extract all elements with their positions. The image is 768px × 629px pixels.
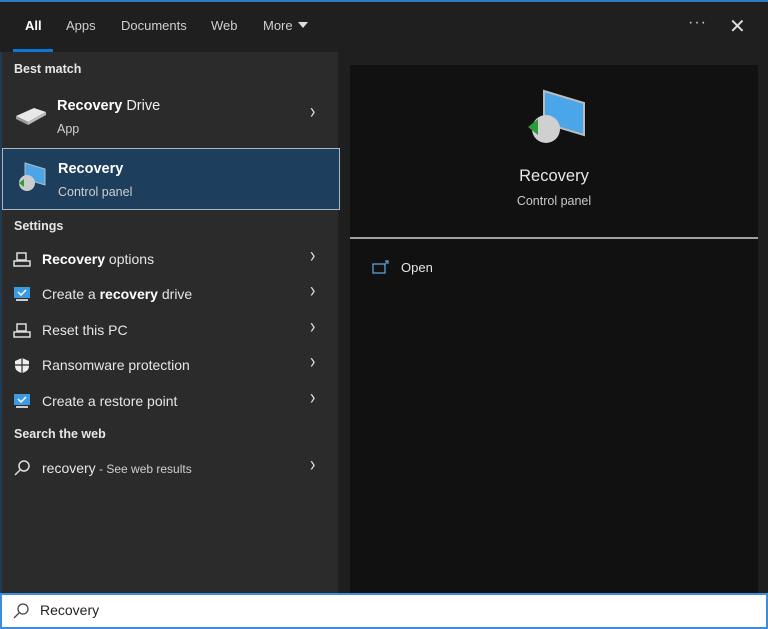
monitor-icon: [14, 394, 30, 408]
chevron-right-icon: ›: [310, 245, 316, 268]
setting-ransomware-protection[interactable]: Ransomware protection ›: [2, 348, 340, 382]
setting-create-restore-point[interactable]: Create a restore point ›: [2, 384, 340, 418]
preview-title: Recovery: [519, 167, 589, 185]
preview-subtitle: Control panel: [516, 194, 592, 208]
tab-all[interactable]: All: [25, 18, 42, 33]
section-search-the-web: Search the web: [14, 427, 106, 441]
reset-icon: [13, 323, 31, 338]
more-options-icon[interactable]: ···: [688, 14, 707, 32]
web-search-result[interactable]: recovery - See web results ›: [2, 451, 340, 485]
chevron-right-icon: ›: [310, 454, 316, 477]
recovery-large-icon: [528, 89, 585, 143]
chevron-right-icon: ›: [310, 351, 316, 374]
search-box[interactable]: [0, 593, 768, 629]
results-panel: Best match Recovery Drive App › Recovery…: [0, 52, 340, 593]
close-icon[interactable]: ✕: [729, 14, 746, 39]
open-action[interactable]: Open: [372, 257, 572, 281]
search-input[interactable]: [40, 602, 640, 618]
result-title: Recovery Drive: [57, 98, 161, 114]
setting-create-recovery-drive[interactable]: Create a recovery drive ›: [2, 277, 340, 311]
preview-panel: Recovery Control panel Open: [350, 65, 758, 593]
caret-down-icon: [297, 22, 308, 28]
reset-icon: [13, 252, 31, 267]
setting-recovery-options[interactable]: Recovery options ›: [2, 242, 340, 276]
chevron-right-icon[interactable]: ›: [310, 101, 315, 124]
shield-icon: [15, 358, 29, 373]
result-recovery-drive[interactable]: Recovery Drive App ›: [2, 86, 340, 148]
tab-more[interactable]: More: [263, 18, 308, 33]
chevron-right-icon: ›: [310, 387, 316, 410]
section-settings: Settings: [14, 219, 64, 233]
result-title: Recovery: [58, 161, 124, 177]
search-icon: [14, 460, 30, 476]
tab-apps[interactable]: Apps: [66, 18, 96, 33]
result-subtitle: Control panel: [58, 185, 133, 199]
divider: [350, 237, 758, 239]
monitor-icon: [14, 287, 30, 301]
result-recovery-control-panel[interactable]: Recovery Control panel: [2, 148, 340, 210]
result-subtitle: App: [57, 122, 80, 136]
tab-bar: All Apps Documents Web More ··· ✕: [0, 2, 768, 52]
tab-documents[interactable]: Documents: [121, 18, 187, 33]
chevron-right-icon: ›: [310, 280, 316, 303]
setting-reset-this-pc[interactable]: Reset this PC ›: [2, 313, 340, 347]
drive-icon: [16, 108, 46, 125]
tab-web[interactable]: Web: [211, 18, 238, 33]
search-icon: [13, 603, 29, 619]
tab-more-label: More: [263, 18, 293, 33]
section-best-match: Best match: [14, 62, 82, 76]
open-icon: [372, 260, 389, 274]
recovery-icon: [19, 162, 46, 191]
chevron-right-icon: ›: [310, 316, 316, 339]
